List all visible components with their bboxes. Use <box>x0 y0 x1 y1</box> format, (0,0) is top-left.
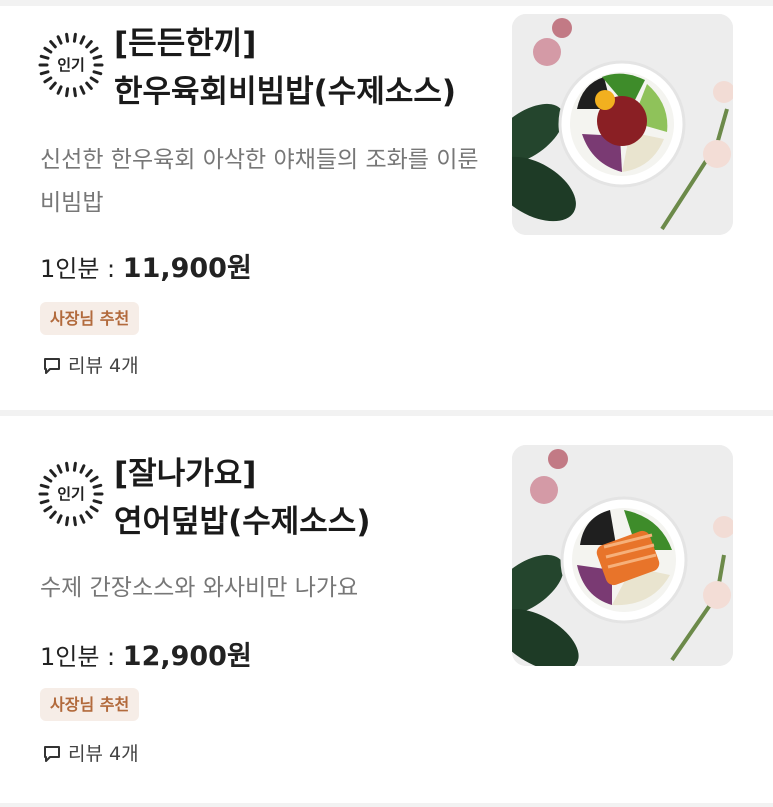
menu-list: 인기 [든든한끼] 한우육회비빔밥(수제소스) 신선한 한우육회 아삭한 야채들… <box>0 0 773 807</box>
menu-item-description: 신선한 한우육회 아삭한 야채들의 조화를 이룬 비빔밥 <box>40 147 479 216</box>
menu-item-category: [잘나가요] <box>114 456 257 492</box>
menu-item-price: 1인분 : 11,900원 <box>40 246 252 285</box>
owner-recommend-tag: 사장님 추천 <box>40 302 140 335</box>
salmon-rice-bowl-photo[interactable] <box>512 445 733 666</box>
portion-label: 1인분 : <box>40 643 123 671</box>
food-photo-image <box>512 445 733 666</box>
menu-item-card[interactable]: 인기 [든든한끼] 한우육회비빔밥(수제소스) 신선한 한우육회 아삭한 야채들… <box>0 6 773 410</box>
menu-item-title: 연어덮밥(수제소스) <box>114 504 371 540</box>
reviews-count: 리뷰 4개 <box>68 743 139 765</box>
reviews-link[interactable]: 리뷰 4개 <box>42 354 139 378</box>
reviews-count: 리뷰 4개 <box>68 355 139 377</box>
menu-item-price: 1인분 : 12,900원 <box>40 634 252 673</box>
menu-item-name[interactable]: [잘나가요] 연어덮밥(수제소스) <box>114 450 494 546</box>
menu-item-title: 한우육회비빔밥(수제소스) <box>114 74 457 110</box>
popular-badge: 인기 <box>38 32 104 98</box>
price-amount: 11,900원 <box>122 253 252 284</box>
popular-badge-label: 인기 <box>57 485 85 503</box>
bibimbap-bowl-photo[interactable] <box>512 14 733 235</box>
popular-badge-label: 인기 <box>57 56 85 74</box>
speech-bubble-icon <box>44 358 60 374</box>
portion-label: 1인분 : <box>40 255 123 283</box>
speech-bubble-icon <box>44 746 60 762</box>
reviews-link[interactable]: 리뷰 4개 <box>42 742 139 766</box>
price-amount: 12,900원 <box>122 641 252 672</box>
menu-item-name[interactable]: [든든한끼] 한우육회비빔밥(수제소스) <box>114 20 494 116</box>
popular-badge: 인기 <box>38 461 104 527</box>
menu-item-description: 수제 간장소스와 와사비만 나가요 <box>40 575 359 601</box>
menu-item-category: [든든한끼] <box>114 26 257 62</box>
owner-recommend-tag: 사장님 추천 <box>40 688 140 721</box>
menu-item-card[interactable]: 인기 [잘나가요] 연어덮밥(수제소스) 수제 간장소스와 와사비만 나가요 1… <box>0 416 773 803</box>
food-photo-image <box>512 14 733 235</box>
